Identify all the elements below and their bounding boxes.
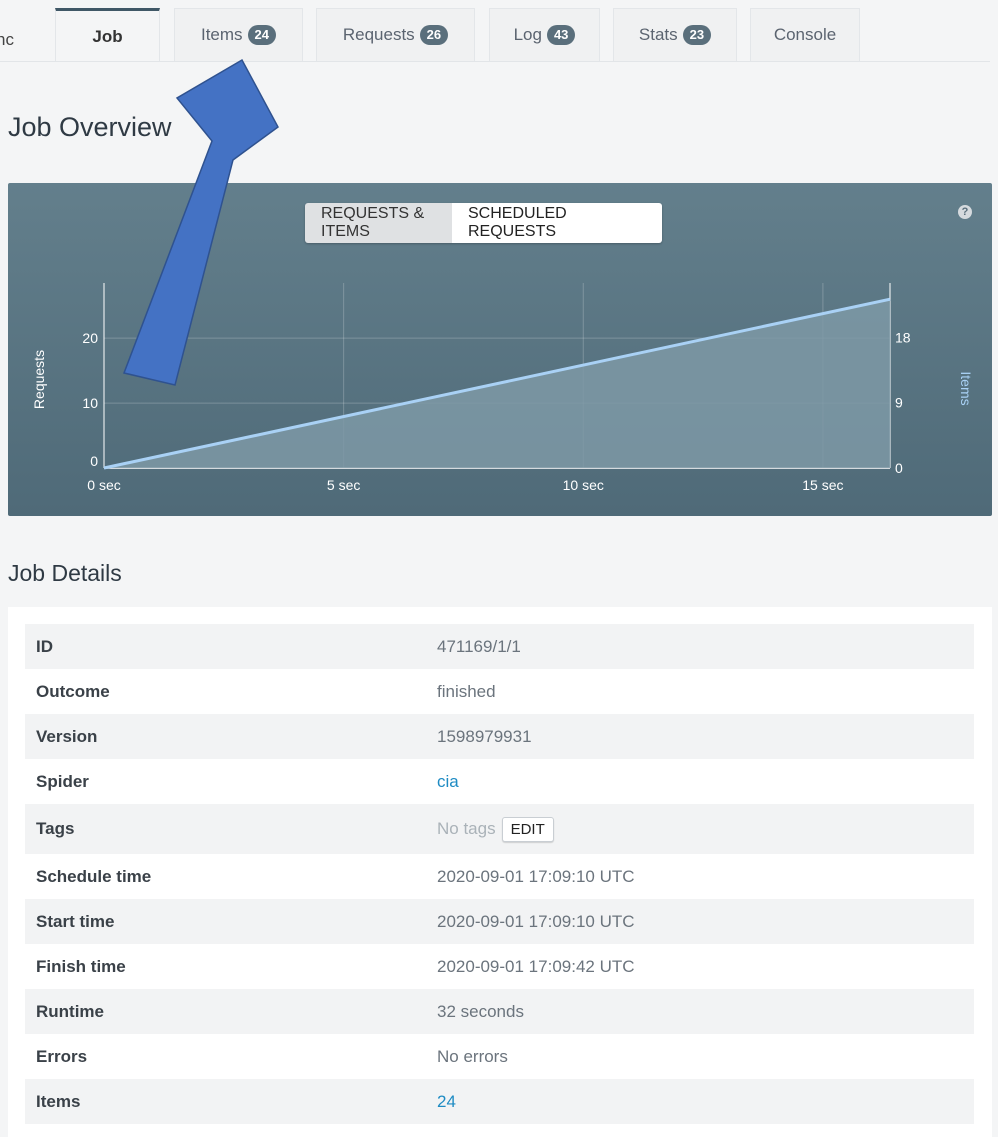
chart-panel: 0 sec 5 sec 10 sec 15 sec 0 10 20 0 9 18 Requests I… (8, 183, 992, 516)
tab-bar: nc Job Items 24 Requests 26 Log 43 Stats… (0, 0, 998, 62)
detail-row-version: Version 1598979931 (25, 714, 974, 759)
tab-console-label: Console (773, 25, 837, 44)
y-right-tick-label: 0 (895, 460, 903, 476)
y-left-tick-label: 0 (90, 453, 98, 469)
tab-log-label: Log (513, 25, 542, 44)
detail-row-outcome: Outcome finished (25, 669, 974, 714)
edit-tags-button[interactable]: EDIT (501, 816, 554, 842)
detail-row-finish-time: Finish time 2020-09-01 17:09:42 UTC (25, 944, 974, 989)
requests-items-toggle-button[interactable]: REQUESTS & ITEMS (305, 203, 452, 243)
y-left-tick-label: 10 (82, 395, 98, 411)
detail-value: 2020-09-01 17:09:10 UTC (437, 866, 635, 886)
detail-value: 1598979931 (437, 726, 532, 746)
detail-key: Finish time (36, 956, 126, 976)
tab-log[interactable]: Log 43 (489, 8, 600, 61)
detail-row-start-time: Start time 2020-09-01 17:09:10 UTC (25, 899, 974, 944)
tab-stats-count-badge: 23 (682, 25, 712, 45)
y-left-axis-title: Requests (31, 350, 47, 409)
detail-value: No errors (437, 1046, 508, 1066)
detail-key: ID (36, 636, 53, 656)
tab-items[interactable]: Items 24 (174, 8, 303, 61)
tab-job[interactable]: Job (55, 8, 160, 62)
detail-row-items: Items 24 (25, 1079, 974, 1124)
detail-key: Errors (36, 1046, 88, 1066)
detail-key: Version (36, 726, 98, 746)
tab-items-count-badge: 24 (247, 25, 277, 45)
tab-stats[interactable]: Stats 23 (613, 8, 737, 61)
detail-value: 471169/1/1 (437, 636, 521, 656)
x-tick-label: 0 sec (87, 477, 120, 493)
x-tick-label: 15 sec (802, 477, 843, 493)
y-left-tick-label: 20 (82, 330, 98, 346)
detail-value: 2020-09-01 17:09:42 UTC (437, 956, 635, 976)
job-details-title: Job Details (8, 560, 122, 586)
y-right-tick-label: 9 (895, 395, 903, 411)
no-tags-text: No tags (437, 819, 496, 838)
tab-log-count-badge: 43 (546, 25, 576, 45)
detail-key: Start time (36, 911, 115, 931)
detail-row-spider: Spider cia (25, 759, 974, 804)
detail-value: 32 seconds (437, 1001, 524, 1021)
y-right-axis-title: Items (958, 371, 974, 405)
detail-key: Outcome (36, 681, 110, 701)
tab-stats-label: Stats (638, 25, 678, 44)
detail-value: No tags EDIT (437, 816, 554, 842)
cut-off-tab-label: nc (0, 30, 14, 49)
tab-requests-count-badge: 26 (419, 25, 449, 45)
items-count-link[interactable]: 24 (437, 1092, 456, 1112)
detail-row-errors: Errors No errors (25, 1034, 974, 1079)
detail-key: Schedule time (36, 866, 152, 886)
detail-value: finished (437, 681, 496, 701)
x-tick-label: 5 sec (327, 477, 360, 493)
detail-key: Tags (36, 819, 75, 838)
detail-row-schedule-time: Schedule time 2020-09-01 17:09:10 UTC (25, 854, 974, 899)
detail-row-id: ID 471169/1/1 (25, 624, 974, 669)
spider-link[interactable]: cia (437, 772, 459, 792)
tab-job-label: Job (92, 26, 123, 46)
detail-row-runtime: Runtime 32 seconds (25, 989, 974, 1034)
x-tick-label: 10 sec (563, 477, 604, 493)
detail-key: Runtime (36, 1001, 104, 1021)
page-title: Job Overview (8, 112, 172, 142)
y-right-tick-label: 18 (895, 329, 911, 345)
tab-bar-divider (0, 61, 990, 62)
detail-value: 2020-09-01 17:09:10 UTC (437, 911, 635, 931)
detail-row-tags: Tags No tags EDIT (25, 804, 974, 854)
detail-key: Spider (36, 771, 89, 791)
tab-console[interactable]: Console (750, 8, 860, 61)
tab-items-label: Items (200, 25, 243, 44)
chart-mode-toggle: REQUESTS & ITEMS SCHEDULED REQUESTS (305, 203, 662, 243)
help-icon[interactable]: ? (958, 205, 972, 219)
detail-key: Items (36, 1091, 81, 1111)
scheduled-requests-toggle-button[interactable]: SCHEDULED REQUESTS (452, 203, 662, 243)
tab-requests[interactable]: Requests 26 (316, 8, 475, 61)
tab-requests-label: Requests (342, 25, 415, 44)
job-details-card: ID 471169/1/1 Outcome finished Version 1… (8, 607, 992, 1137)
